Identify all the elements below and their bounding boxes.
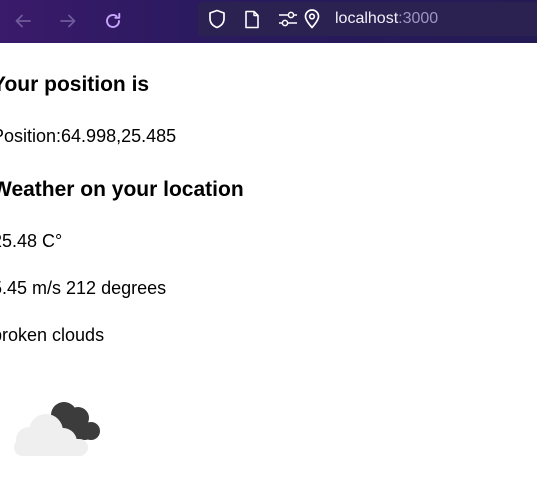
page-icon[interactable] [244,10,260,28]
arrow-left-icon [15,14,31,28]
permissions-sliders-icon[interactable] [278,10,298,28]
forward-button[interactable] [55,8,81,34]
location-pin-icon[interactable] [303,9,321,29]
temperature-text: 25.48 C° [0,231,63,251]
position-heading: Your position is [0,73,150,96]
weather-heading: Weather on your location [0,178,244,201]
browser-toolbar: localhost:3000 [0,0,537,43]
page-content: Your position is Position:64.998,25.485 … [0,43,537,481]
url-text[interactable]: localhost:3000 [335,9,438,29]
shield-icon[interactable] [208,9,226,29]
wind-text: 5.45 m/s 212 degrees [0,278,167,298]
url-port: :3000 [398,10,439,27]
position-text: Position:64.998,25.485 [0,126,177,146]
reload-button[interactable] [100,8,126,34]
url-bar[interactable]: localhost:3000 [198,2,537,36]
url-host: localhost [335,10,399,27]
broken-clouds-icon [14,402,100,456]
reload-icon [106,12,121,28]
weather-description: broken clouds [0,325,105,345]
back-button[interactable] [10,8,36,34]
arrow-right-icon [60,14,76,28]
